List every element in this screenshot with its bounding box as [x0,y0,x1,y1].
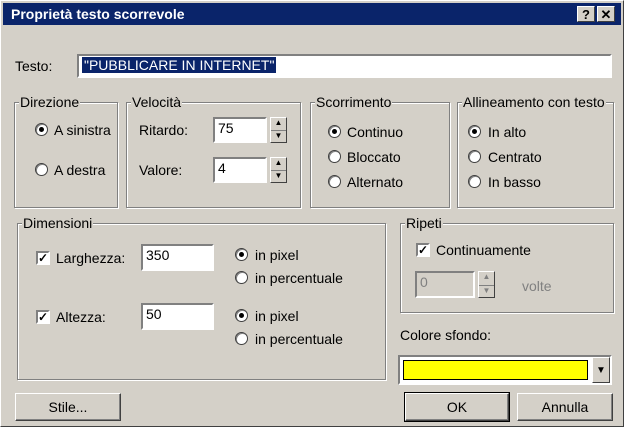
close-button[interactable]: ✕ [597,6,615,22]
colore-swatch [403,360,588,380]
radio-altezza-pixel[interactable] [235,309,248,322]
spin-up-icon[interactable]: ▲ [271,118,286,130]
radio-continuo[interactable] [328,125,341,138]
label-altezza-percentuale[interactable]: in percentuale [255,331,343,347]
label-centrato[interactable]: Centrato [488,149,542,165]
label-a-destra[interactable]: A destra [54,162,105,178]
radio-in-basso[interactable] [468,175,481,188]
label-continuo[interactable]: Continuo [347,124,403,140]
dialog-window: Proprietà testo scorrevole ? ✕ Testo: "P… [0,0,624,427]
valore-spinner[interactable]: ▲ ▼ [270,157,287,183]
ritardo-spinner[interactable]: ▲ ▼ [270,117,287,143]
ripeti-group: Ripeti [400,215,614,313]
valore-input[interactable]: 4 [213,157,267,183]
dimensioni-legend: Dimensioni [22,215,94,231]
radio-alternato[interactable] [328,175,341,188]
radio-altezza-percentuale[interactable] [235,332,248,345]
continuamente-label[interactable]: Continuamente [436,242,531,258]
larghezza-checkbox[interactable]: ✓ [36,251,50,265]
label-a-sinistra[interactable]: A sinistra [54,122,111,138]
label-in-basso[interactable]: In basso [488,174,541,190]
valore-label: Valore: [139,162,183,178]
help-button[interactable]: ? [577,6,595,22]
continuamente-checkbox[interactable]: ✓ [416,243,430,257]
radio-larghezza-percentuale[interactable] [235,271,248,284]
radio-bloccato[interactable] [328,150,341,163]
radio-larghezza-pixel[interactable] [235,248,248,261]
radio-centrato[interactable] [468,150,481,163]
label-alternato[interactable]: Alternato [347,174,403,190]
label-bloccato[interactable]: Bloccato [347,149,401,165]
volte-input: 0 [415,271,475,298]
ritardo-input[interactable]: 75 [213,117,267,143]
direzione-legend: Direzione [19,94,81,110]
larghezza-label[interactable]: Larghezza: [56,250,125,266]
allineamento-legend: Allineamento con testo [462,94,606,110]
label-larghezza-pixel[interactable]: in pixel [255,247,299,263]
spin-up-icon[interactable]: ▲ [271,158,286,170]
ok-button[interactable]: OK [404,392,510,422]
label-larghezza-percentuale[interactable]: in percentuale [255,270,343,286]
label-altezza-pixel[interactable]: in pixel [255,308,299,324]
annulla-button[interactable]: Annulla [517,393,613,421]
volte-label: volte [522,278,552,294]
testo-label: Testo: [15,58,53,74]
stile-button[interactable]: Stile... [15,393,121,421]
direzione-group: Direzione [14,94,118,208]
spin-down-icon[interactable]: ▼ [271,130,286,143]
ripeti-legend: Ripeti [405,215,443,231]
testo-selected-text: "PUBBLICARE IN INTERNET" [82,57,277,73]
ritardo-label: Ritardo: [139,122,189,138]
volte-spinner: ▲ ▼ [478,271,495,298]
window-title: Proprietà testo scorrevole [11,6,185,22]
spin-down-icon: ▼ [479,284,494,299]
spin-down-icon[interactable]: ▼ [271,170,286,183]
radio-a-sinistra[interactable] [35,123,48,136]
altezza-label[interactable]: Altezza: [56,309,106,325]
colore-sfondo-dropdown[interactable]: ▼ [398,355,612,385]
altezza-input[interactable]: 50 [141,303,214,330]
radio-a-destra[interactable] [35,163,48,176]
scorrimento-legend: Scorrimento [315,94,393,110]
label-in-alto[interactable]: In alto [488,124,526,140]
title-bar[interactable]: Proprietà testo scorrevole ? ✕ [3,3,621,25]
testo-input[interactable]: "PUBBLICARE IN INTERNET" [77,54,612,78]
altezza-checkbox[interactable]: ✓ [36,310,50,324]
colore-sfondo-label: Colore sfondo: [400,327,492,343]
velocita-legend: Velocità [131,94,183,110]
radio-in-alto[interactable] [468,125,481,138]
spin-up-icon: ▲ [482,272,491,281]
dropdown-arrow-icon[interactable]: ▼ [592,357,610,383]
larghezza-input[interactable]: 350 [141,244,214,271]
